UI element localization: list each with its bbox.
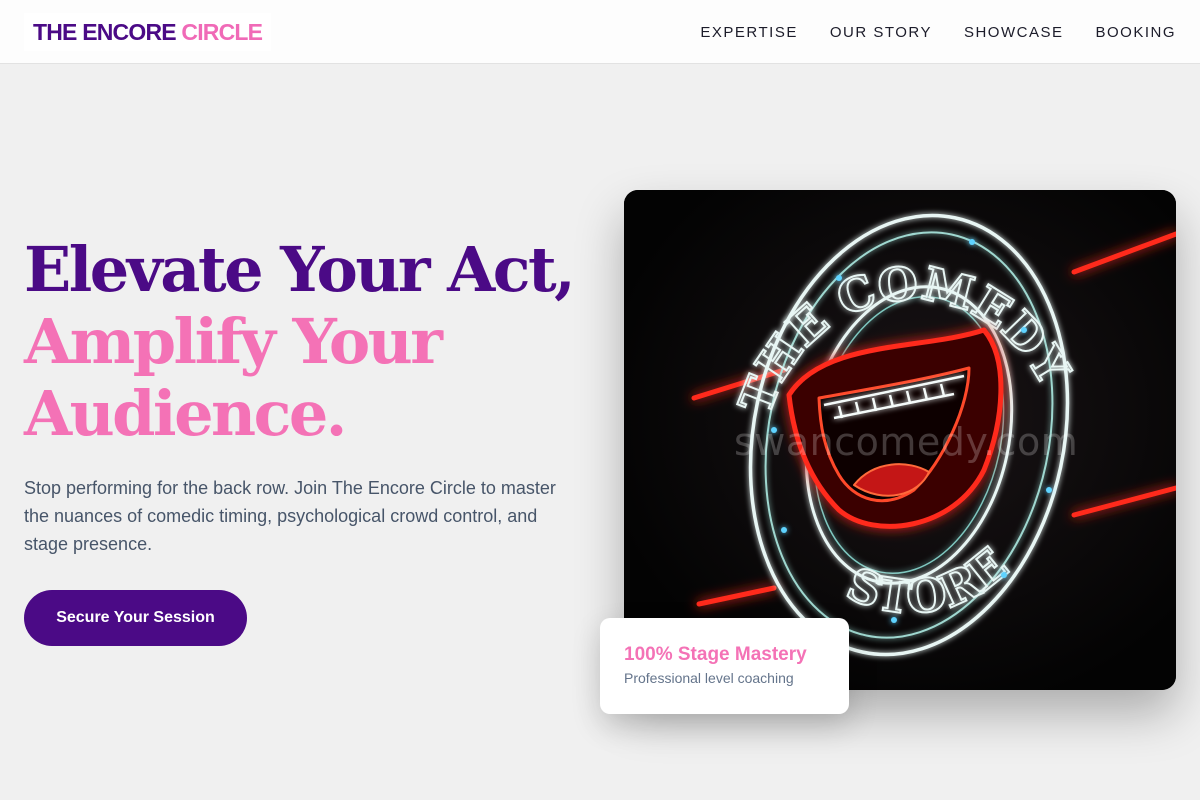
site-header: THE ENCORE CIRCLE EXPERTISE OUR STORY SH…	[0, 0, 1200, 64]
headline-line-3: Audience.	[24, 377, 347, 450]
stat-card-subtitle: Professional level coaching	[624, 670, 794, 686]
nav-link-our-story[interactable]: OUR STORY	[830, 24, 932, 41]
logo-text-primary: THE ENCORE	[33, 19, 182, 45]
logo-text-accent: CIRCLE	[181, 19, 263, 45]
hero-description: Stop performing for the back row. Join T…	[24, 478, 556, 554]
nav-link-expertise[interactable]: EXPERTISE	[700, 24, 797, 41]
headline-line-2: Amplify Your	[24, 305, 443, 378]
stage-mastery-card: 100% Stage Mastery Professional level co…	[600, 618, 849, 714]
nav-link-showcase[interactable]: SHOWCASE	[964, 24, 1064, 41]
site-logo[interactable]: THE ENCORE CIRCLE	[24, 13, 272, 51]
stat-card-title: 100% Stage Mastery	[624, 644, 807, 665]
main-nav: EXPERTISE OUR STORY SHOWCASE BOOKING	[700, 0, 1176, 64]
image-watermark: swancomedy.com	[734, 420, 1079, 464]
hero-headline: Elevate Your Act, Amplify Your Audience.	[24, 234, 594, 450]
secure-session-button[interactable]: Secure Your Session	[24, 590, 247, 646]
hero-image-neon-sign: THE COMEDY STORE swancomedy.com	[624, 190, 1176, 690]
headline-line-1: Elevate Your Act,	[24, 233, 576, 306]
nav-link-booking[interactable]: BOOKING	[1095, 24, 1176, 41]
